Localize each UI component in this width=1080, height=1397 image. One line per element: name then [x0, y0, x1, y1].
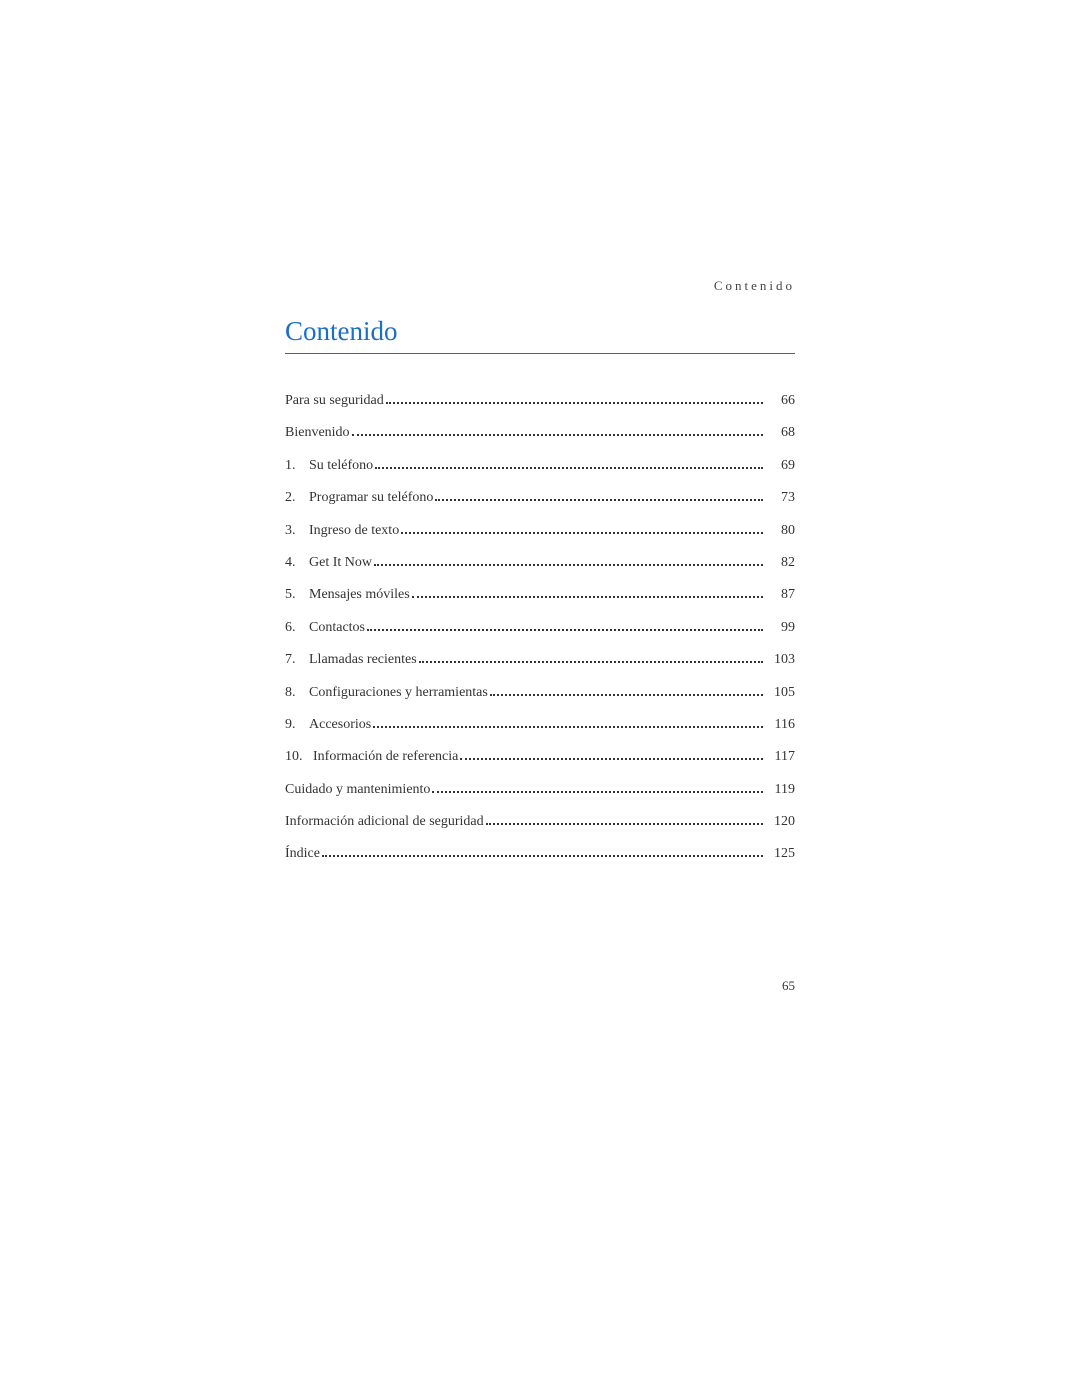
toc-entry-number: 3. — [285, 520, 309, 542]
toc-dots — [419, 661, 763, 663]
toc-entry-label: Cuidado y mantenimiento — [285, 779, 430, 801]
toc-dots — [490, 694, 763, 696]
toc-entry-number: 5. — [285, 584, 309, 606]
toc-entry-number: 9. — [285, 714, 309, 736]
toc-entry: Para su seguridad 66 — [285, 390, 795, 412]
page-number: 65 — [782, 978, 795, 994]
toc-entry: Cuidado y mantenimiento 119 — [285, 779, 795, 801]
toc-entry-label: Bienvenido — [285, 422, 350, 444]
toc-entry: 8.Configuraciones y herramientas 105 — [285, 682, 795, 704]
toc-dots — [412, 596, 763, 598]
toc-entry-page: 73 — [767, 487, 795, 509]
toc-entry-page: 80 — [767, 520, 795, 542]
toc-entry-label: Para su seguridad — [285, 390, 384, 412]
toc-entry: Bienvenido 68 — [285, 422, 795, 444]
toc-list: Para su seguridad 66 Bienvenido 68 1.Su telé… — [285, 390, 795, 866]
toc-entry: 9.Accesorios 116 — [285, 714, 795, 736]
toc-entry-label: Programar su teléfono — [309, 487, 433, 509]
toc-entry: 5.Mensajes móviles 87 — [285, 584, 795, 606]
toc-entry-label: Información adicional de seguridad — [285, 811, 484, 833]
toc-entry: 2.Programar su teléfono 73 — [285, 487, 795, 509]
toc-entry-label: Información de referencia — [313, 746, 458, 768]
toc-entry-label: Get It Now — [309, 552, 372, 574]
toc-entry-label: Ingreso de texto — [309, 520, 399, 542]
toc-entry-page: 119 — [767, 779, 795, 801]
toc-entry: 6.Contactos 99 — [285, 617, 795, 639]
toc-entry-label: Índice — [285, 843, 320, 865]
toc-entry: 3.Ingreso de texto 80 — [285, 520, 795, 542]
toc-entry-page: 66 — [767, 390, 795, 412]
toc-entry: Información adicional de seguridad 120 — [285, 811, 795, 833]
toc-entry-page: 68 — [767, 422, 795, 444]
page-title: Contenido — [285, 316, 795, 354]
toc-dots — [352, 434, 763, 436]
toc-dots — [367, 629, 763, 631]
toc-dots — [460, 758, 763, 760]
toc-entry-page: 116 — [767, 714, 795, 736]
toc-entry-label: Configuraciones y herramientas — [309, 682, 488, 704]
toc-dots — [375, 467, 763, 469]
toc-entry-page: 105 — [767, 682, 795, 704]
toc-entry-label: Accesorios — [309, 714, 371, 736]
toc-dots — [401, 532, 763, 534]
toc-entry-page: 120 — [767, 811, 795, 833]
toc-dots — [322, 855, 763, 857]
toc-entry-number: 8. — [285, 682, 309, 704]
toc-entry-number: 10. — [285, 746, 313, 768]
toc-dots — [373, 726, 763, 728]
toc-dots — [374, 564, 763, 566]
toc-dots — [435, 499, 763, 501]
toc-entry-label: Contactos — [309, 617, 365, 639]
toc-entry: 10.Información de referencia 117 — [285, 746, 795, 768]
toc-entry-page: 69 — [767, 455, 795, 477]
toc-entry-page: 82 — [767, 552, 795, 574]
toc-entry: Índice 125 — [285, 843, 795, 865]
toc-entry-page: 103 — [767, 649, 795, 671]
toc-entry-number: 4. — [285, 552, 309, 574]
toc-entry: 7.Llamadas recientes 103 — [285, 649, 795, 671]
toc-entry: 4.Get It Now 82 — [285, 552, 795, 574]
toc-entry-number: 7. — [285, 649, 309, 671]
toc-entry-number: 6. — [285, 617, 309, 639]
toc-dots — [386, 402, 763, 404]
toc-entry-label: Mensajes móviles — [309, 584, 410, 606]
toc-entry-number: 1. — [285, 455, 309, 477]
toc-dots — [486, 823, 763, 825]
toc-entry-page: 87 — [767, 584, 795, 606]
toc-entry-number: 2. — [285, 487, 309, 509]
toc-entry-page: 125 — [767, 843, 795, 865]
toc-entry-page: 117 — [767, 746, 795, 768]
toc-page: Contenido Contenido Para su seguridad 66 B… — [285, 278, 795, 876]
toc-entry-label: Llamadas recientes — [309, 649, 417, 671]
toc-entry-label: Su teléfono — [309, 455, 373, 477]
toc-dots — [432, 791, 763, 793]
toc-entry: 1.Su teléfono 69 — [285, 455, 795, 477]
toc-entry-page: 99 — [767, 617, 795, 639]
header-label: Contenido — [285, 278, 795, 294]
